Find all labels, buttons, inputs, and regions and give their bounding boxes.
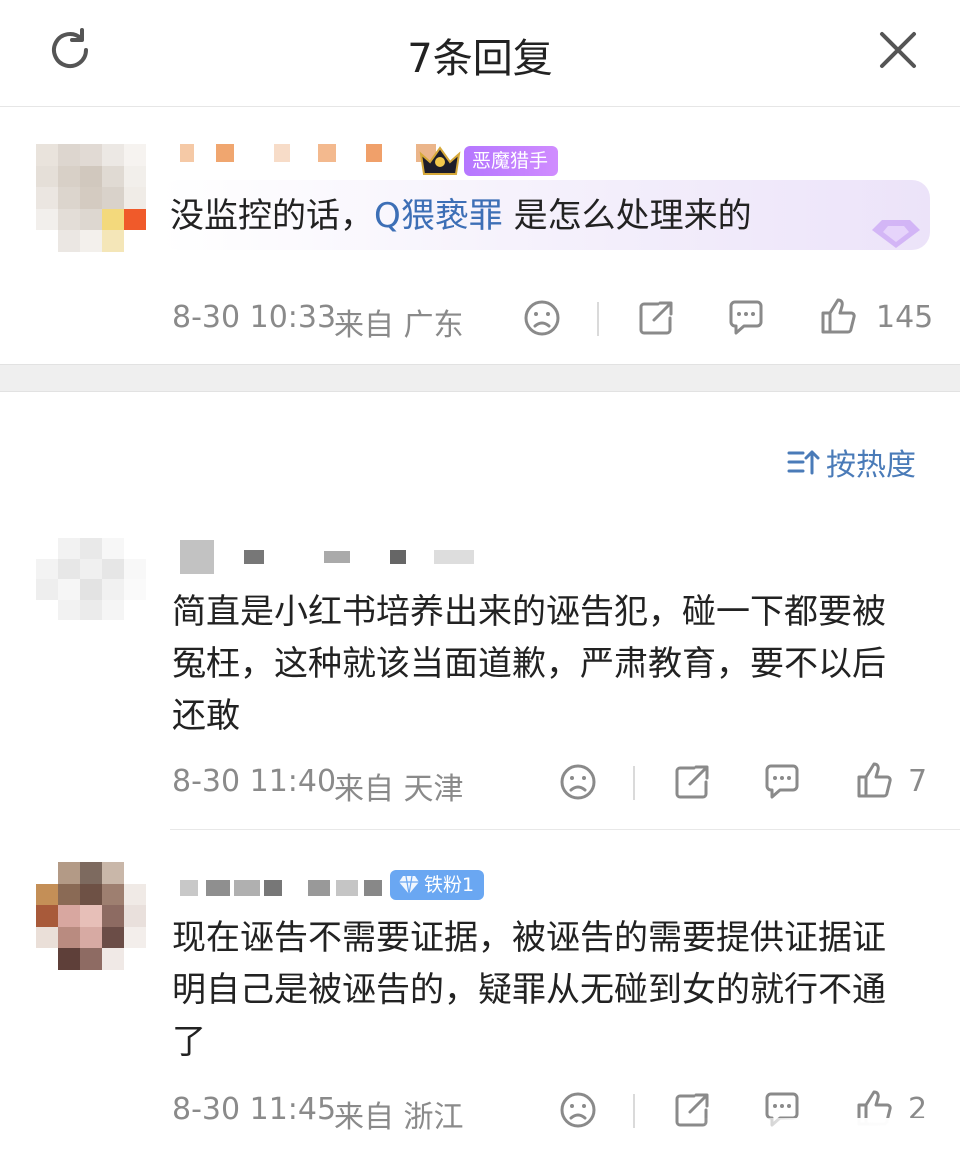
like-icon[interactable] (818, 296, 858, 336)
dislike-icon[interactable] (558, 1090, 598, 1130)
avatar[interactable] (36, 144, 146, 252)
reply-date: 8-30 11:40 (172, 764, 337, 799)
action-divider (633, 766, 635, 800)
comment-text: 没监控的话，Q猥亵罪 是怎么处理来的 (170, 190, 752, 242)
share-icon[interactable] (636, 298, 676, 338)
action-divider (633, 1094, 635, 1128)
comment-date: 8-30 10:33 (172, 300, 337, 335)
comment-text-before: 没监控的话， (170, 196, 374, 236)
username-blurred[interactable] (180, 540, 474, 574)
user-badge: 恶魔猎手 (464, 146, 559, 176)
fan-badge-label: 铁粉1 (424, 874, 475, 896)
diamond-icon (872, 220, 920, 248)
like-icon[interactable] (854, 760, 894, 800)
reply-text: 简直是小红书培养出来的诬告犯，碰一下都要被冤枉，这种就该当面道歉，严肃教育，要不… (172, 592, 886, 736)
diamond-icon (399, 875, 419, 895)
comment-text-after: 是怎么处理来的 (502, 196, 752, 236)
comment-icon[interactable] (726, 298, 766, 338)
crown-icon (419, 146, 461, 175)
like-count: 7 (908, 764, 928, 799)
reply-location: 来自 天津 (334, 772, 464, 807)
dislike-icon[interactable] (558, 762, 598, 802)
username-blurred[interactable] (180, 144, 436, 162)
share-icon[interactable] (672, 762, 712, 802)
close-icon[interactable] (872, 24, 924, 76)
watermark-fade (700, 1118, 960, 1156)
username-blurred[interactable] (180, 880, 410, 896)
header: 7条回复 (0, 0, 960, 107)
like-count: 145 (876, 300, 934, 335)
sort-button[interactable]: 按热度 (786, 440, 916, 484)
sort-label: 按热度 (826, 448, 916, 483)
comment-location: 来自 广东 (334, 308, 464, 343)
avatar[interactable] (36, 538, 146, 620)
action-divider (597, 302, 599, 336)
topic-link[interactable]: Q猥亵罪 (374, 196, 503, 236)
sort-icon (787, 450, 820, 475)
avatar[interactable] (36, 862, 146, 970)
page-title: 7条回复 (407, 36, 553, 82)
section-gap (0, 364, 960, 392)
reply-separator (170, 829, 960, 830)
dislike-icon[interactable] (522, 298, 562, 338)
reply-text: 现在诬告不需要证据，被诬告的需要提供证据证明自己是被诬告的，疑罪从无碰到女的就行… (172, 918, 886, 1062)
comment-icon[interactable] (762, 762, 802, 802)
reply-date: 8-30 11:45 (172, 1092, 337, 1127)
fan-badge: 铁粉1 (390, 870, 485, 900)
reply-location: 来自 浙江 (334, 1100, 464, 1135)
